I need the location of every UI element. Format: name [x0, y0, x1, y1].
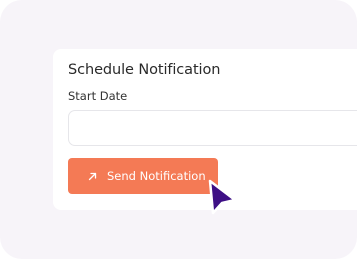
send-notification-label: Send Notification: [107, 169, 206, 183]
send-notification-button[interactable]: Send Notification: [68, 158, 218, 194]
arrow-up-right-icon: [88, 172, 97, 180]
start-date-label: Start Date: [68, 89, 128, 103]
page-background: Schedule Notification Start Date Send No…: [0, 0, 357, 259]
cursor-arrow-icon: [208, 179, 237, 215]
card-title: Schedule Notification: [68, 62, 221, 78]
start-date-input[interactable]: [68, 110, 357, 146]
